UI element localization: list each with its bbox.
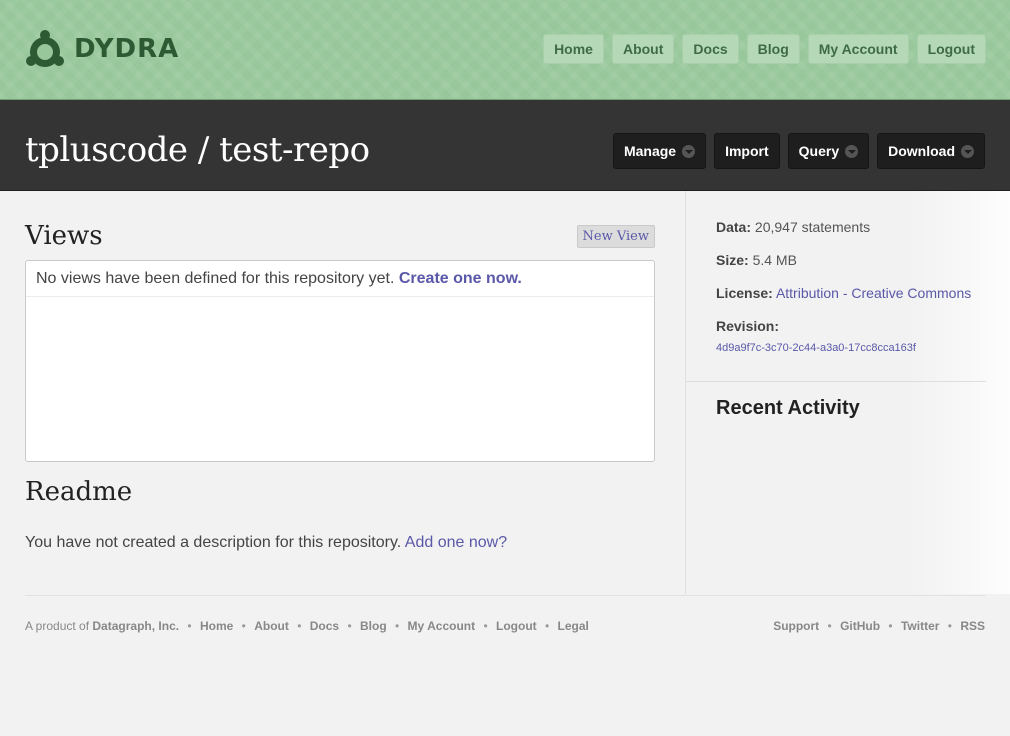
data-row: Data: 20,947 statements: [716, 219, 971, 235]
footer-link-rss[interactable]: RSS: [960, 619, 985, 633]
footer-separator: •: [545, 619, 550, 633]
footer-link-logout[interactable]: Logout: [496, 619, 537, 633]
footer-link-blog[interactable]: Blog: [360, 619, 387, 633]
footer-separator: •: [483, 619, 488, 633]
repository-title: tpluscode / test-repo: [25, 130, 370, 170]
footer-separator: •: [827, 619, 832, 633]
logo[interactable]: DYDRA: [24, 28, 179, 70]
footer-prefix: A product of: [25, 619, 90, 633]
footer-link-github[interactable]: GitHub: [840, 619, 880, 633]
brand-name: DYDRA: [74, 34, 180, 64]
create-view-link[interactable]: Create one now.: [399, 270, 522, 287]
footer-link-support[interactable]: Support: [773, 619, 819, 633]
site-header: DYDRA Home About Docs Blog My Account Lo…: [0, 0, 1010, 100]
revision-link[interactable]: 4d9a9f7c-3c70-2c44-a3a0-17cc8cca163f: [716, 342, 971, 354]
footer-link-home[interactable]: Home: [200, 619, 233, 633]
footer-link-about[interactable]: About: [254, 619, 289, 633]
import-label: Import: [725, 143, 769, 159]
views-heading: Views: [25, 221, 103, 251]
revision-row: Revision: 4d9a9f7c-3c70-2c44-a3a0-17cc8c…: [716, 318, 971, 354]
views-list: No views have been defined for this repo…: [25, 260, 655, 462]
repository-sidebar: Data: 20,947 statements Size: 5.4 MB Lic…: [685, 191, 1010, 594]
chevron-down-icon: [682, 144, 696, 158]
query-label: Query: [798, 143, 840, 159]
data-label: Data:: [716, 219, 752, 235]
footer-link-docs[interactable]: Docs: [310, 619, 339, 633]
nav-home[interactable]: Home: [543, 34, 604, 64]
chevron-down-icon: [961, 144, 974, 158]
import-button[interactable]: Import: [714, 133, 780, 169]
footer-right: Support • GitHub • Twitter • RSS: [773, 619, 985, 633]
top-navigation: Home About Docs Blog My Account Logout: [543, 34, 986, 64]
footer-separator: •: [395, 619, 400, 633]
license-link[interactable]: Attribution - Creative Commons: [776, 285, 971, 301]
nav-logout[interactable]: Logout: [916, 34, 986, 64]
repository-header: tpluscode / test-repo Manage Import Quer…: [0, 100, 1010, 191]
footer-link-legal[interactable]: Legal: [558, 619, 589, 633]
nav-blog[interactable]: Blog: [746, 34, 800, 64]
footer-separator: •: [241, 619, 246, 633]
repository-actions: Manage Import Query Download: [612, 133, 985, 169]
footer-separator: •: [888, 619, 893, 633]
add-readme-link[interactable]: Add one now?: [405, 534, 507, 551]
footer-separator: •: [947, 619, 952, 633]
repository-metadata: Data: 20,947 statements Size: 5.4 MB Lic…: [716, 219, 971, 371]
chevron-down-icon: [845, 144, 859, 158]
nav-about[interactable]: About: [611, 34, 675, 64]
footer-separator: •: [347, 619, 352, 633]
footer-separator: •: [187, 619, 192, 633]
readme-header: Readme: [25, 477, 132, 507]
views-empty-text: No views have been defined for this repo…: [36, 270, 395, 287]
revision-label: Revision:: [716, 318, 780, 334]
recent-activity-heading: Recent Activity: [716, 397, 860, 419]
views-empty-message: No views have been defined for this repo…: [26, 261, 654, 297]
views-header: Views New View: [25, 221, 655, 255]
size-row: Size: 5.4 MB: [716, 252, 971, 268]
manage-label: Manage: [623, 143, 677, 159]
manage-button[interactable]: Manage: [612, 133, 707, 169]
dydra-logo-icon: [26, 30, 64, 67]
new-view-button[interactable]: New View: [576, 225, 655, 248]
license-label: License:: [716, 285, 773, 301]
sidebar-divider: [686, 381, 986, 382]
nav-docs[interactable]: Docs: [682, 34, 739, 64]
readme-empty-message: You have not created a description for t…: [25, 534, 507, 552]
nav-my-account[interactable]: My Account: [807, 34, 909, 64]
readme-heading: Readme: [25, 477, 133, 507]
footer-left: A product of Datagraph, Inc. • Home • Ab…: [25, 619, 589, 633]
readme-empty-text: You have not created a description for t…: [25, 534, 402, 551]
license-row: License: Attribution - Creative Commons: [716, 285, 971, 301]
footer-link-twitter[interactable]: Twitter: [901, 619, 939, 633]
data-value: 20,947 statements: [754, 219, 871, 235]
footer-link-my-account[interactable]: My Account: [408, 619, 476, 633]
size-value: 5.4 MB: [752, 252, 797, 268]
download-label: Download: [888, 143, 955, 159]
download-button[interactable]: Download: [877, 133, 985, 169]
size-label: Size:: [716, 252, 749, 268]
footer-company-link[interactable]: Datagraph, Inc.: [92, 619, 179, 633]
footer-divider: [25, 595, 985, 596]
query-button[interactable]: Query: [787, 133, 870, 169]
footer-separator: •: [297, 619, 302, 633]
